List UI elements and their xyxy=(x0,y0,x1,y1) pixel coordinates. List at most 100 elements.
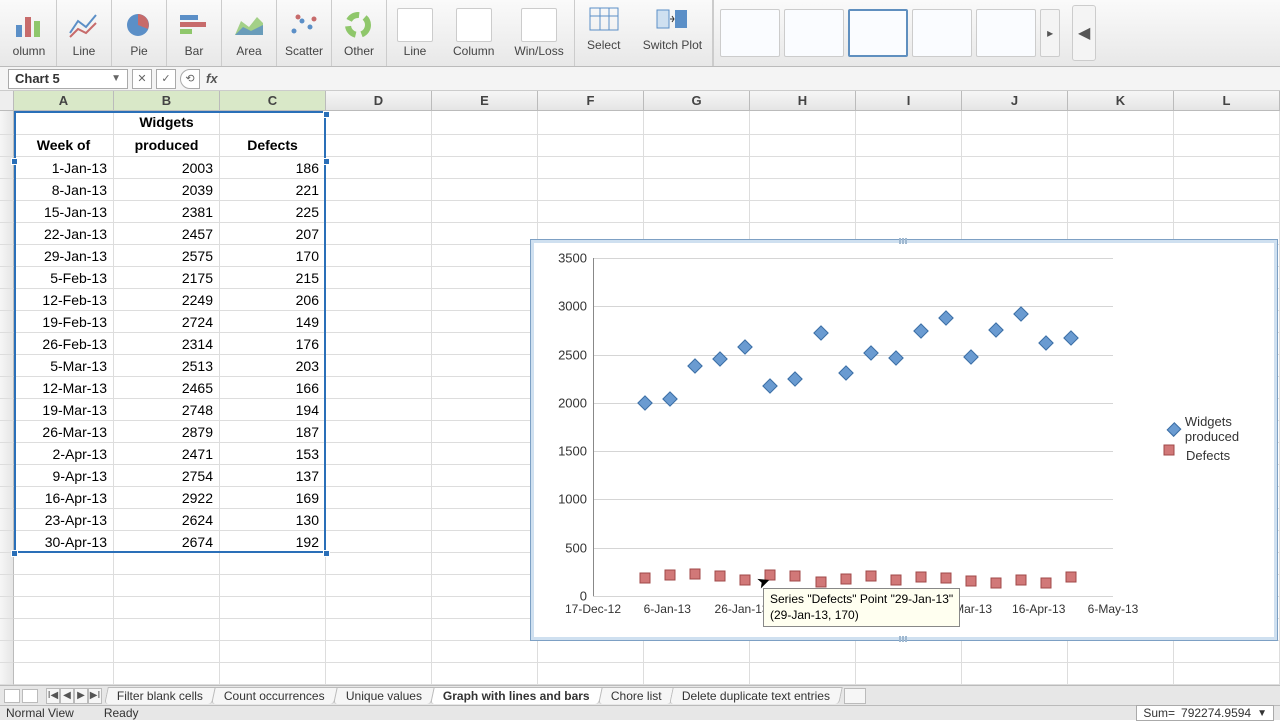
sparkline-column[interactable]: Column xyxy=(443,6,504,60)
table-row[interactable] xyxy=(0,663,1280,685)
cell[interactable] xyxy=(644,157,750,179)
row-header[interactable] xyxy=(0,597,14,619)
cell[interactable] xyxy=(432,641,538,663)
cell[interactable] xyxy=(14,597,114,619)
cell[interactable] xyxy=(750,111,856,135)
cell[interactable] xyxy=(14,663,114,685)
cell[interactable] xyxy=(1174,179,1280,201)
cell[interactable]: 2039 xyxy=(114,179,220,201)
chart-type-line[interactable]: Line xyxy=(57,0,112,66)
cell[interactable]: 187 xyxy=(220,421,326,443)
view-mode-icons[interactable] xyxy=(4,689,38,703)
cell[interactable] xyxy=(432,421,538,443)
fx-button[interactable]: ⟲ xyxy=(180,69,200,89)
widgets-data-point[interactable] xyxy=(687,358,703,374)
cell[interactable]: 26-Feb-13 xyxy=(14,333,114,355)
chart-style-2[interactable] xyxy=(784,9,844,57)
cell[interactable]: 130 xyxy=(220,509,326,531)
widgets-data-point[interactable] xyxy=(1013,306,1029,322)
cell[interactable] xyxy=(432,135,538,157)
chart-type-scatter[interactable]: Scatter xyxy=(277,0,332,66)
cell[interactable]: 2748 xyxy=(114,399,220,421)
cell[interactable]: 2879 xyxy=(114,421,220,443)
cell[interactable] xyxy=(220,111,326,135)
cell[interactable] xyxy=(538,111,644,135)
cell[interactable]: 2381 xyxy=(114,201,220,223)
cell[interactable] xyxy=(962,179,1068,201)
column-header-B[interactable]: B xyxy=(114,91,220,110)
cell[interactable] xyxy=(14,619,114,641)
cell[interactable]: 2922 xyxy=(114,487,220,509)
defects-data-point[interactable] xyxy=(966,576,977,587)
worksheet-grid[interactable]: ABCDEFGHIJKL WidgetsWeek ofproducedDefec… xyxy=(0,91,1280,698)
column-header-H[interactable]: H xyxy=(750,91,856,110)
defects-data-point[interactable] xyxy=(690,569,701,580)
row-header[interactable] xyxy=(0,201,14,223)
cell[interactable] xyxy=(1174,201,1280,223)
table-row[interactable]: 8-Jan-132039221 xyxy=(0,179,1280,201)
cell[interactable]: 26-Mar-13 xyxy=(14,421,114,443)
table-row[interactable]: 1-Jan-132003186 xyxy=(0,157,1280,179)
cell[interactable] xyxy=(432,509,538,531)
row-header[interactable] xyxy=(0,443,14,465)
defects-data-point[interactable] xyxy=(790,571,801,582)
cell[interactable] xyxy=(962,201,1068,223)
cell[interactable]: 203 xyxy=(220,355,326,377)
cell[interactable] xyxy=(432,289,538,311)
cell[interactable]: 1-Jan-13 xyxy=(14,157,114,179)
cell[interactable] xyxy=(856,641,962,663)
cell[interactable] xyxy=(1174,641,1280,663)
cell[interactable] xyxy=(1068,641,1174,663)
cell[interactable] xyxy=(538,201,644,223)
defects-data-point[interactable] xyxy=(1016,574,1027,585)
widgets-data-point[interactable] xyxy=(963,350,979,366)
defects-data-point[interactable] xyxy=(715,571,726,582)
cell[interactable] xyxy=(1068,179,1174,201)
cell[interactable] xyxy=(14,111,114,135)
cell[interactable] xyxy=(432,377,538,399)
widgets-data-point[interactable] xyxy=(863,346,879,362)
cell[interactable] xyxy=(962,135,1068,157)
cell[interactable] xyxy=(538,179,644,201)
cell[interactable]: 8-Jan-13 xyxy=(14,179,114,201)
cell[interactable] xyxy=(432,333,538,355)
row-header[interactable] xyxy=(0,487,14,509)
cell[interactable] xyxy=(326,443,432,465)
cell[interactable] xyxy=(432,157,538,179)
cell[interactable]: 30-Apr-13 xyxy=(14,531,114,553)
cell[interactable] xyxy=(326,179,432,201)
cell[interactable] xyxy=(432,553,538,575)
defects-data-point[interactable] xyxy=(915,572,926,583)
cell[interactable] xyxy=(432,487,538,509)
cell[interactable]: 206 xyxy=(220,289,326,311)
add-sheet-button[interactable] xyxy=(844,688,866,704)
cell[interactable] xyxy=(962,663,1068,685)
cell[interactable] xyxy=(326,201,432,223)
chart-style-5[interactable] xyxy=(976,9,1036,57)
cell[interactable] xyxy=(432,597,538,619)
cell[interactable]: 2724 xyxy=(114,311,220,333)
cell[interactable] xyxy=(326,289,432,311)
row-header[interactable] xyxy=(0,267,14,289)
cell[interactable]: 2575 xyxy=(114,245,220,267)
cell[interactable]: 2513 xyxy=(114,355,220,377)
cell[interactable] xyxy=(856,157,962,179)
cell[interactable] xyxy=(326,487,432,509)
column-header-L[interactable]: L xyxy=(1174,91,1280,110)
cell[interactable] xyxy=(750,201,856,223)
chart-type-column[interactable]: olumn xyxy=(2,0,57,66)
defects-data-point[interactable] xyxy=(640,573,651,584)
cell[interactable] xyxy=(220,575,326,597)
cell[interactable] xyxy=(856,663,962,685)
table-row[interactable]: 15-Jan-132381225 xyxy=(0,201,1280,223)
cell[interactable]: 2003 xyxy=(114,157,220,179)
cell[interactable] xyxy=(1174,135,1280,157)
cell[interactable]: 2457 xyxy=(114,223,220,245)
column-header-F[interactable]: F xyxy=(538,91,644,110)
cell[interactable] xyxy=(750,179,856,201)
cell[interactable] xyxy=(326,465,432,487)
row-header[interactable] xyxy=(0,619,14,641)
cell[interactable]: Widgets xyxy=(114,111,220,135)
column-header-C[interactable]: C xyxy=(220,91,326,110)
chart-type-pie[interactable]: Pie xyxy=(112,0,167,66)
